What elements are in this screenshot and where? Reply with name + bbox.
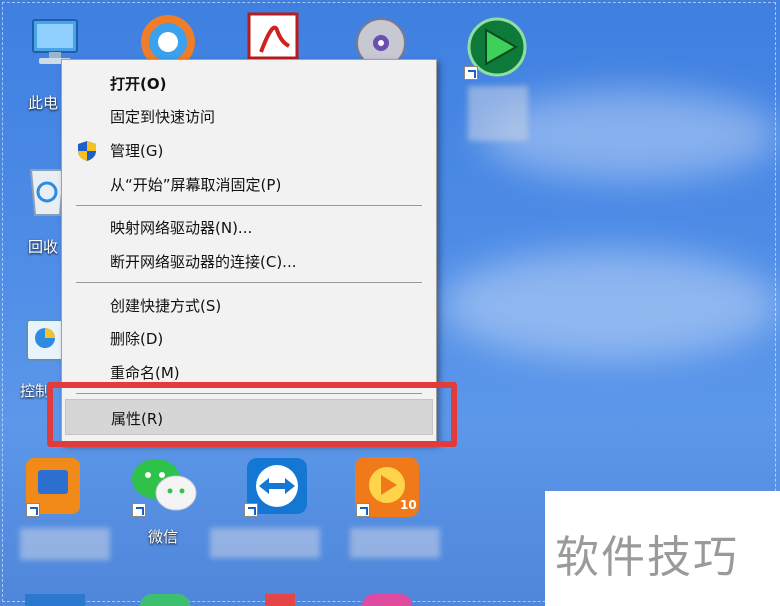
menu-item-map-network-drive[interactable]: 映射网络驱动器(N)... [62,212,436,242]
menu-item-disconnect-network-drive[interactable]: 断开网络驱动器的连接(C)... [62,246,436,276]
uac-shield-icon [76,140,98,166]
menu-item-label: 固定到快速访问 [110,108,216,126]
menu-item-pin-quick-access[interactable]: 固定到快速访问 [62,101,436,131]
menu-item-label: 映射网络驱动器(N)... [110,219,253,237]
wechat-label: 微信 [148,528,179,546]
blurred-label [350,528,440,558]
watermark: 软件技巧 [545,491,780,606]
menu-item-delete[interactable]: 删除(D) [62,323,436,353]
shortcut-arrow-icon [464,66,478,80]
partial-icon [265,594,295,606]
menu-separator [76,205,422,206]
menu-item-label: 管理(G) [110,142,164,160]
desktop: 此电 回收 控制 微信 10 打开(O) 固定到快速访问 管理(G) 从“开始”… [0,0,780,606]
shortcut-arrow-icon [356,503,370,517]
highlight-box [47,382,457,447]
shortcut-arrow-icon [132,503,146,517]
menu-item-manage[interactable]: 管理(G) [62,135,436,165]
partial-icon [25,594,85,606]
watermark-text: 软件技巧 [555,532,739,583]
menu-item-unpin-start[interactable]: 从“开始”屏幕取消固定(P) [62,169,436,199]
partial-icon [140,594,190,606]
recycle-bin-label: 回收 [28,238,59,256]
blurred-label [20,528,110,560]
shortcut-arrow-icon [244,503,258,517]
menu-item-open[interactable]: 打开(O) [62,68,436,98]
pdf-reader-icon[interactable] [243,10,303,60]
shortcut-arrow-icon [26,503,40,517]
this-pc-label: 此电 [28,94,59,112]
control-panel-label: 控制 [20,382,51,400]
blurred-label [468,86,528,141]
menu-separator [76,282,422,283]
blurred-label [210,528,320,558]
menu-item-label: 从“开始”屏幕取消固定(P) [110,176,282,194]
menu-item-create-shortcut[interactable]: 创建快捷方式(S) [62,290,436,320]
menu-item-label: 打开(O) [110,75,167,93]
menu-item-label: 重命名(M) [110,364,180,382]
color-app-icon[interactable] [133,10,203,69]
menu-item-label: 删除(D) [110,330,164,348]
sunny-badge: 10 [400,498,417,512]
control-panel-icon[interactable] [25,318,65,366]
disc-icon[interactable] [352,14,410,68]
menu-item-label: 创建快捷方式(S) [110,297,222,315]
menu-item-label: 断开网络驱动器的连接(C)... [110,253,297,271]
partial-icon [362,594,412,606]
